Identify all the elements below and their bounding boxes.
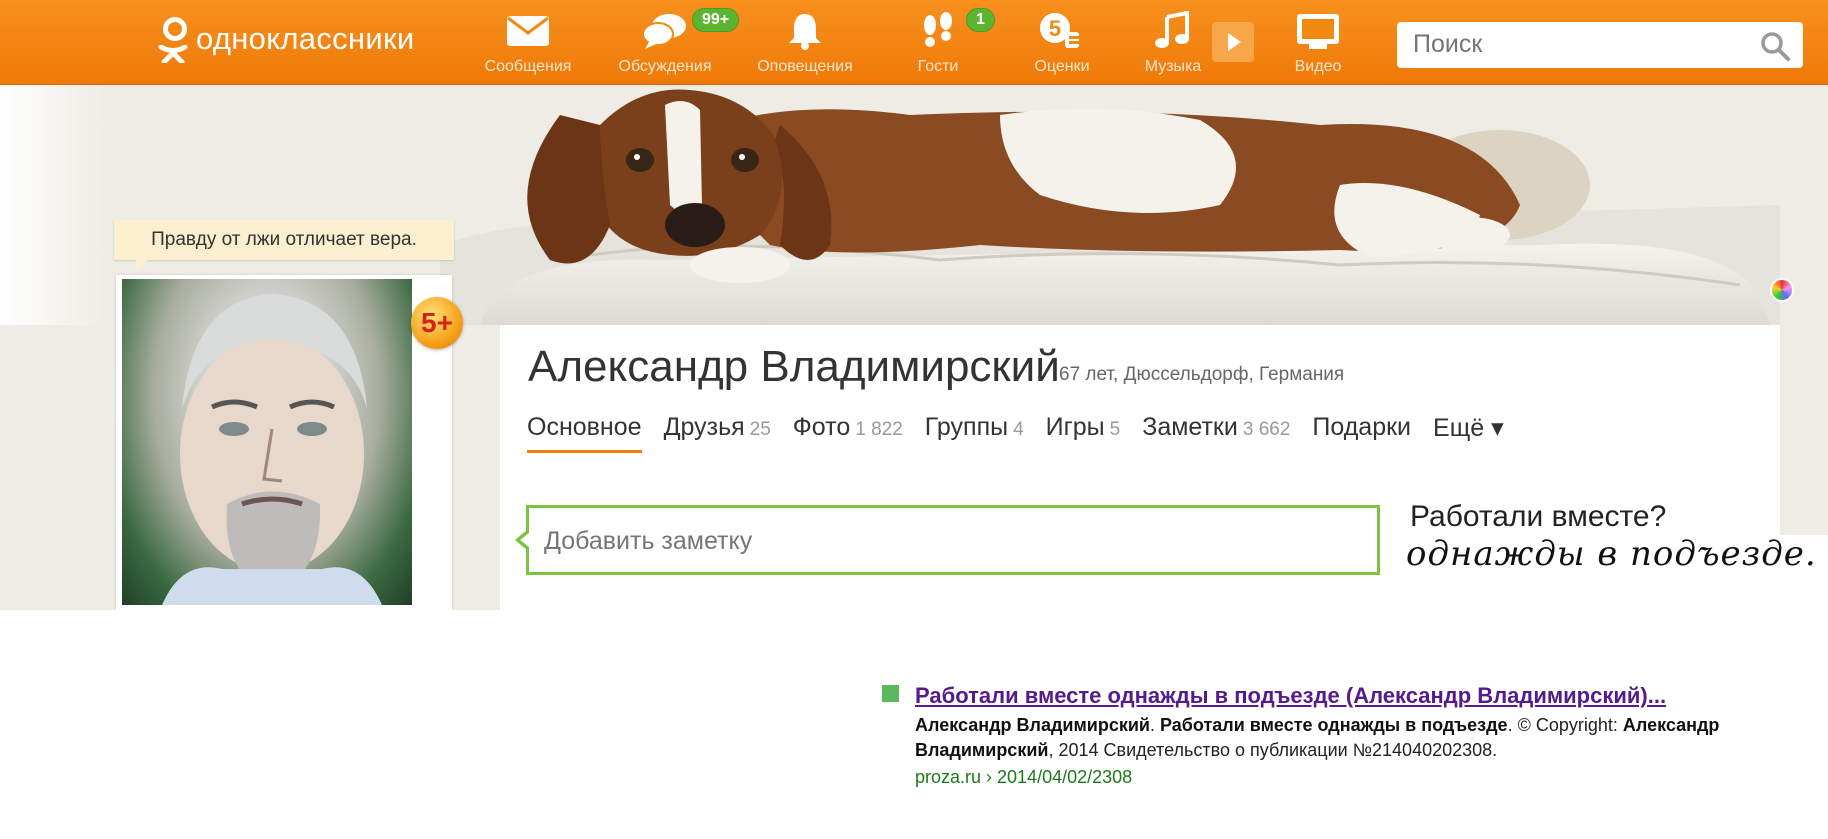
top-navigation-bar: одноклассники Сообщения Обсуждения 99+ О… — [0, 0, 1828, 85]
nav-guests[interactable]: Гости 1 — [883, 8, 995, 76]
ok-logo-icon — [158, 15, 188, 63]
nav-ratings[interactable]: 5 Оценки — [1007, 8, 1117, 76]
tab-gifts[interactable]: Подарки — [1312, 413, 1411, 453]
nav-messages[interactable]: Сообщения — [473, 8, 583, 76]
tab-label: Ещё ▾ — [1433, 414, 1504, 442]
nav-messages-label: Сообщения — [484, 58, 572, 75]
nav-video-label: Видео — [1294, 58, 1342, 75]
svg-text:5: 5 — [1049, 16, 1061, 41]
snippet-bold: Александр Владимирский — [915, 715, 1150, 735]
search-result-title-link[interactable]: Работали вместе однажды в подъезде (Алек… — [915, 683, 1666, 709]
snippet-text: . © Copyright: — [1507, 715, 1623, 735]
tab-label: Основное — [527, 413, 642, 441]
profile-meta: 67 лет, Дюссельдорф, Германия — [1059, 364, 1345, 385]
grade-five-icon: 5 — [1007, 8, 1117, 54]
nav-notifications[interactable]: Оповещения — [750, 8, 860, 76]
tab-label: Группы — [924, 413, 1009, 441]
snippet-bold: Работали вместе однажды в подъезде — [1160, 715, 1508, 735]
tab-photos[interactable]: Фото 1 822 — [793, 413, 903, 453]
tab-label: Подарки — [1312, 413, 1412, 441]
video-icon — [1263, 8, 1373, 54]
search-result-url[interactable]: proza.ru › 2014/04/02/2308 — [915, 767, 1132, 788]
nav-guests-label: Гости — [917, 58, 959, 75]
tab-main[interactable]: Основное — [527, 413, 642, 453]
tab-more[interactable]: Ещё ▾ — [1433, 413, 1504, 453]
tab-count: 25 — [749, 419, 771, 440]
profile-name: Александр Владимирский — [528, 342, 1060, 391]
nav-discussions[interactable]: Обсуждения 99+ — [610, 8, 740, 76]
tab-groups[interactable]: Группы 4 — [925, 413, 1024, 453]
tab-count: 4 — [1013, 419, 1024, 440]
tab-count: 3 662 — [1242, 419, 1291, 440]
tab-count: 5 — [1109, 419, 1121, 440]
envelope-icon — [473, 8, 583, 54]
tab-label: Заметки — [1142, 413, 1238, 441]
snippet-text: , 2014 Свидетельство о публикации №21404… — [1048, 740, 1498, 760]
nav-discussions-label: Обсуждения — [618, 58, 712, 75]
search-icon[interactable] — [1759, 30, 1791, 62]
result-favicon-icon — [882, 685, 899, 702]
search-input[interactable] — [1413, 30, 1743, 59]
tab-notes[interactable]: Заметки 3 662 — [1142, 413, 1290, 453]
tab-label: Игры — [1045, 413, 1105, 441]
five-plus-badge[interactable]: 5+ — [411, 297, 463, 349]
add-note-box[interactable] — [515, 505, 1380, 575]
tab-count: 1 822 — [855, 419, 903, 440]
cover-dog-image — [440, 89, 1780, 325]
overlay-text-line1: Работали вместе? — [1410, 500, 1667, 533]
bell-icon — [750, 8, 860, 54]
profile-tabs: Основное Друзья 25 Фото 1 822 Группы 4 Игры… — [527, 413, 1526, 453]
logo-text: одноклассники — [196, 21, 415, 56]
nav-ratings-label: Оценки — [1034, 58, 1090, 75]
status-quote[interactable]: Правду от лжи отличает вера. — [114, 220, 454, 272]
music-play-button[interactable] — [1204, 22, 1254, 62]
avatar[interactable] — [122, 279, 412, 605]
tab-friends[interactable]: Друзья 25 — [664, 413, 771, 453]
nav-video[interactable]: Видео — [1263, 8, 1373, 76]
snippet-text: . — [1149, 715, 1160, 735]
play-icon — [1204, 30, 1241, 54]
cover-left-fade — [0, 85, 105, 325]
discussions-badge: 99+ — [692, 8, 740, 32]
nav-notifications-label: Оповещения — [757, 58, 853, 75]
search-box[interactable] — [1397, 22, 1803, 68]
tab-games[interactable]: Игры 5 — [1046, 413, 1121, 453]
overlay-text-line2: однажды в подъезде. — [1406, 534, 1817, 574]
cover-edit-icon[interactable] — [1770, 278, 1794, 302]
avatar-portrait — [162, 294, 382, 605]
tab-label: Друзья — [663, 413, 745, 441]
search-result-snippet: Александр Владимирский. Работали вместе … — [915, 713, 1785, 763]
tab-label: Фото — [792, 413, 851, 441]
guests-badge: 1 — [966, 8, 995, 32]
add-note-input[interactable] — [544, 527, 1344, 556]
ok-logo[interactable]: одноклассники — [158, 14, 414, 64]
